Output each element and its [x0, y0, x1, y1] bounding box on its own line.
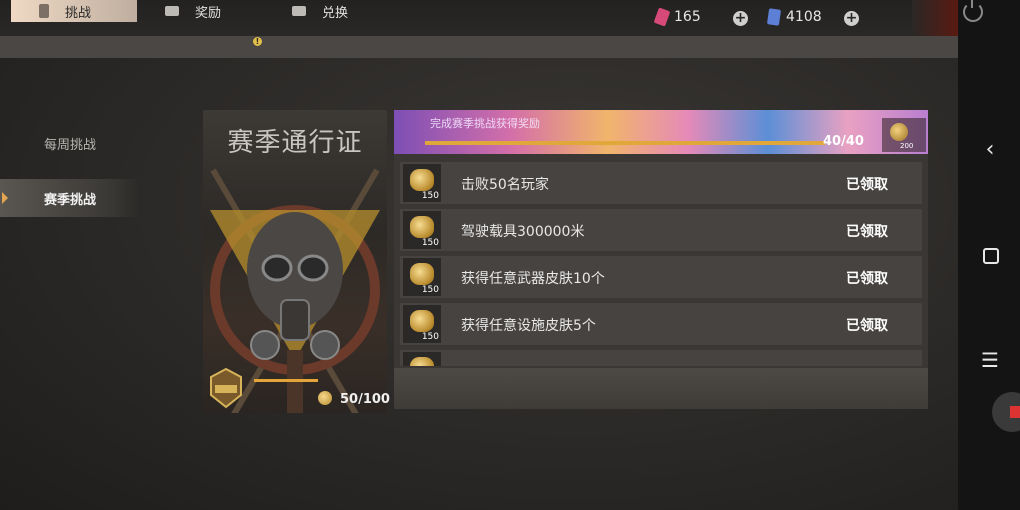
banner-progress-fill [425, 141, 825, 145]
row-icon [403, 352, 441, 366]
menu-weekly-challenge[interactable]: 每周挑战 [0, 124, 140, 162]
banner-count: 40/40 [823, 134, 864, 149]
card-currency: 4108 [766, 8, 822, 26]
coin-icon [410, 169, 434, 191]
back-button[interactable]: ‹ [976, 136, 1004, 164]
add-card-button[interactable]: + [844, 11, 859, 26]
power-area [912, 0, 958, 36]
tab-exchange[interactable]: 兑换 [292, 0, 382, 22]
challenge-row[interactable]: 150 驾驶载具300000米 已领取 [400, 209, 922, 251]
tab-reward[interactable]: 奖励 [165, 0, 255, 22]
row-icon: 150 [403, 211, 441, 249]
claimed-status: 已领取 [846, 224, 888, 240]
claimed-status: 已领取 [846, 271, 888, 287]
challenge-row[interactable]: 150 获得任意设施皮肤5个 已领取 [400, 303, 922, 345]
banner-text: 完成赛季挑战获得奖励 [430, 117, 540, 130]
reward-points: 200 [900, 142, 914, 150]
row-points: 150 [421, 285, 439, 295]
banner-reward[interactable]: 200 [882, 118, 926, 152]
tab-label: 奖励 [195, 5, 222, 21]
menu-label: 每周挑战 [43, 137, 96, 153]
pass-progress-bar [254, 379, 318, 382]
row-icon: 150 [403, 305, 441, 343]
coin-icon [410, 357, 434, 366]
coin-icon [410, 310, 434, 332]
coin-icon [410, 216, 434, 238]
tab-label: 挑战 [65, 5, 92, 21]
tab-bar [0, 36, 958, 58]
claimed-status: 已领取 [846, 177, 888, 193]
menu-season-challenge[interactable]: 赛季挑战 [0, 179, 140, 217]
home-button[interactable] [983, 248, 999, 264]
rank-badge-icon [210, 367, 242, 409]
card-count: 4108 [786, 9, 822, 25]
challenge-label: 击败50名玩家 [461, 177, 549, 193]
red-ticket-icon [653, 7, 671, 27]
menu-label: 赛季挑战 [43, 192, 96, 208]
blue-card-icon [766, 8, 782, 26]
reward-shield-icon [890, 123, 908, 141]
challenge-row[interactable]: 150 获得任意武器皮肤10个 已领取 [400, 256, 922, 298]
ticket-count: 165 [674, 9, 701, 25]
row-icon: 150 [403, 164, 441, 202]
pass-points: 50/100 [340, 392, 390, 407]
tab-challenge[interactable]: 挑战 [11, 0, 137, 22]
reward-alert-badge: ! [253, 37, 262, 46]
challenge-label: 获得任意设施皮肤5个 [461, 318, 596, 334]
challenge-label: 获得任意武器皮肤10个 [461, 271, 605, 287]
tab-label: 兑换 [322, 5, 349, 21]
challenge-label: 驾驶载具300000米 [461, 224, 585, 240]
claimed-status: 已领取 [846, 318, 888, 334]
coin-icon [318, 391, 332, 405]
reward-tab-icon [165, 6, 179, 16]
row-points: 150 [421, 191, 439, 201]
pass-title: 赛季通行证 [227, 128, 363, 158]
challenge-row[interactable]: 150 击败50名玩家 已领取 [400, 162, 922, 204]
recents-button[interactable]: ☰ [976, 346, 1004, 374]
row-icon: 150 [403, 258, 441, 296]
row-points: 150 [421, 238, 439, 248]
row-points: 150 [421, 332, 439, 342]
ticket-currency: 165 [653, 7, 701, 27]
exchange-tab-icon [292, 6, 306, 16]
challenge-row-partial[interactable] [400, 350, 922, 366]
challenge-tab-icon [39, 4, 49, 18]
coin-icon [410, 263, 434, 285]
add-ticket-button[interactable]: + [733, 11, 748, 26]
map-background [394, 368, 928, 409]
power-icon[interactable] [963, 0, 983, 22]
